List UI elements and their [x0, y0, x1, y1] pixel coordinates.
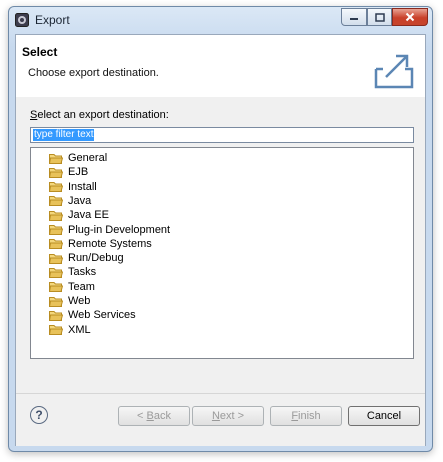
tree-item[interactable]: Java EE [49, 208, 109, 222]
folder-icon [49, 325, 63, 336]
tree-item[interactable]: General [49, 151, 107, 165]
tree-item[interactable]: Install [49, 180, 97, 194]
export-icon [374, 54, 414, 89]
folder-icon [49, 167, 63, 178]
tree-item[interactable]: EJB [49, 165, 88, 179]
tree-item[interactable]: Team [49, 280, 95, 294]
filter-selected-text: type filter text [33, 129, 95, 141]
wizard-body: Select an export destination: type filte… [16, 97, 425, 393]
tree-item[interactable]: Run/Debug [49, 251, 124, 265]
destination-label: Select an export destination: [30, 109, 169, 121]
tree-item-label: Plug-in Development [68, 223, 171, 236]
cancel-button[interactable]: Cancel [348, 406, 420, 426]
destination-label-rest: elect an export destination: [37, 109, 169, 121]
folder-icon [49, 153, 63, 164]
dialog-content: Select Choose export destination. Select… [15, 34, 426, 446]
tree-item-label: Web Services [68, 309, 136, 322]
tree-item[interactable]: Tasks [49, 265, 96, 279]
finish-button-label: Finish [291, 410, 321, 422]
next-button-label: Next > [211, 410, 245, 422]
tree-item[interactable]: Web [49, 294, 90, 308]
tree-item-label: Java [68, 194, 92, 207]
page-title: Select [22, 45, 58, 59]
tree-item-label: XML [68, 323, 91, 336]
minimize-button[interactable] [341, 8, 367, 26]
tree-item[interactable]: Java [49, 194, 91, 208]
window-title: Export [35, 13, 70, 27]
tree-item-label: Install [68, 180, 97, 193]
tree-item-label: Run/Debug [68, 252, 124, 265]
folder-icon [49, 196, 63, 207]
finish-button[interactable]: Finish [270, 406, 342, 426]
folder-icon [49, 210, 63, 221]
tree-item[interactable]: Web Services [49, 308, 136, 322]
app-icon [15, 13, 29, 27]
folder-icon [49, 253, 63, 264]
folder-icon [49, 267, 63, 278]
export-dialog: Export Select Choose export destination.… [8, 6, 433, 452]
back-button[interactable]: < Back [118, 406, 190, 426]
destination-tree[interactable]: General EJB Install Java Java EE Plug-in Deve… [30, 147, 414, 359]
close-button[interactable] [392, 8, 428, 26]
maximize-button[interactable] [367, 8, 392, 26]
help-button[interactable]: ? [30, 406, 48, 424]
folder-icon [49, 282, 63, 293]
wizard-banner: Select Choose export destination. [16, 35, 425, 98]
tree-item-label: Java EE [68, 209, 109, 222]
tree-item[interactable]: Remote Systems [49, 237, 152, 251]
title-bar[interactable]: Export [9, 7, 432, 33]
next-button[interactable]: Next > [192, 406, 264, 426]
tree-item[interactable]: XML [49, 323, 91, 337]
tree-item-label: EJB [68, 166, 89, 179]
close-icon [405, 12, 415, 22]
tree-item-label: Team [68, 280, 95, 293]
tree-item-label: General [68, 152, 108, 164]
tree-item-label: Remote Systems [68, 237, 152, 250]
page-description: Choose export destination. [28, 67, 159, 79]
folder-icon [49, 182, 63, 193]
back-button-label: < Back [137, 410, 171, 422]
folder-icon [49, 239, 63, 250]
tree-item-label: Web [68, 295, 91, 307]
maximize-icon [374, 12, 385, 22]
tree-item-label: Tasks [68, 266, 97, 279]
tree-item[interactable]: Plug-in Development [49, 223, 170, 237]
button-bar: ? < Back Next > Finish Cancel [16, 393, 425, 446]
folder-icon [49, 310, 63, 321]
folder-icon [49, 225, 63, 235]
minimize-icon [350, 18, 358, 20]
folder-icon [49, 296, 63, 307]
